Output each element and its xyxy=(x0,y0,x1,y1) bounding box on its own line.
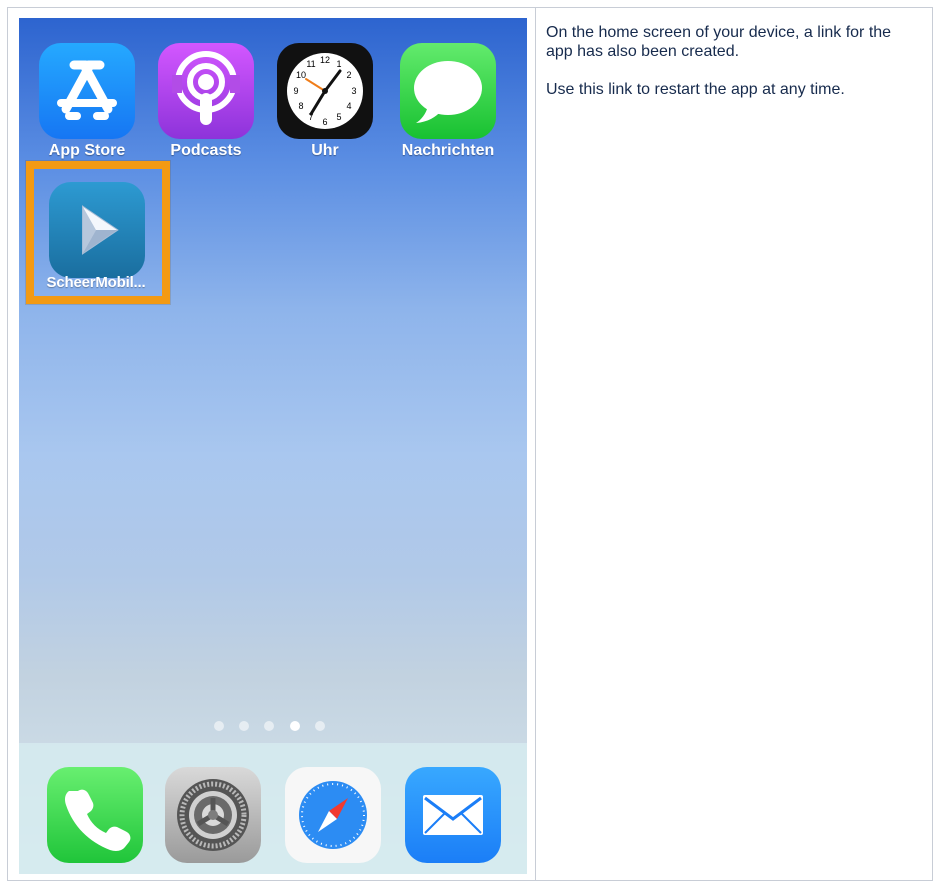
page-dot[interactable] xyxy=(239,721,249,731)
clock-number-1: 1 xyxy=(336,59,341,69)
app-label: Podcasts xyxy=(170,142,242,159)
settings-icon[interactable] xyxy=(165,767,261,863)
clock-icon: 12 1 2 3 4 5 6 7 8 9 10 11 xyxy=(277,43,373,139)
app-store-icon xyxy=(39,43,135,139)
clock-number-2: 2 xyxy=(346,70,351,80)
page-dot[interactable] xyxy=(315,721,325,731)
description-paragraph-1: On the home screen of your device, a lin… xyxy=(546,24,892,60)
clock-number-8: 8 xyxy=(298,101,303,111)
podcasts-icon xyxy=(158,43,254,139)
clock-number-3: 3 xyxy=(351,86,356,96)
app-label: Uhr xyxy=(311,142,339,159)
page-dot[interactable] xyxy=(264,721,274,731)
scheer-mobile-icon[interactable] xyxy=(49,182,145,278)
app-store-app[interactable]: App Store xyxy=(33,43,141,160)
clock-number-12: 12 xyxy=(320,55,330,65)
app-grid-row: App Store Podcasts 12 1 2 3 4 5 6 7 8 9 … xyxy=(19,43,527,163)
page-dot-active[interactable] xyxy=(290,721,300,731)
podcasts-app[interactable]: Podcasts xyxy=(152,43,260,160)
scheer-mobile-label: ScheerMobil... xyxy=(46,274,146,291)
page-dot[interactable] xyxy=(214,721,224,731)
messages-app[interactable]: Nachrichten xyxy=(394,43,502,160)
clock-app[interactable]: 12 1 2 3 4 5 6 7 8 9 10 11 Uhr xyxy=(271,43,379,160)
phone-home-screen: App Store Podcasts 12 1 2 3 4 5 6 7 8 9 … xyxy=(19,18,527,874)
mail-icon[interactable] xyxy=(405,767,501,863)
app-label: Nachrichten xyxy=(401,142,495,159)
text-cell: On the home screen of your device, a lin… xyxy=(536,8,932,880)
clock-number-5: 5 xyxy=(336,112,341,122)
description-paragraph-2: Use this link to restart the app at any … xyxy=(546,80,845,98)
app-label: App Store xyxy=(48,142,126,159)
page-indicator[interactable] xyxy=(214,721,334,733)
clock-number-11: 11 xyxy=(306,59,315,69)
dock xyxy=(19,743,527,874)
safari-icon[interactable] xyxy=(285,767,381,863)
content-table: App Store Podcasts 12 1 2 3 4 5 6 7 8 9 … xyxy=(7,7,933,881)
phone-icon[interactable] xyxy=(47,767,143,863)
messages-icon xyxy=(400,43,496,139)
highlighted-app-frame: ScheerMobil... xyxy=(26,161,170,304)
image-cell: App Store Podcasts 12 1 2 3 4 5 6 7 8 9 … xyxy=(8,8,536,880)
clock-number-6: 6 xyxy=(322,117,327,127)
clock-number-9: 9 xyxy=(293,86,298,96)
clock-number-10: 10 xyxy=(296,70,306,80)
clock-number-4: 4 xyxy=(346,101,351,111)
